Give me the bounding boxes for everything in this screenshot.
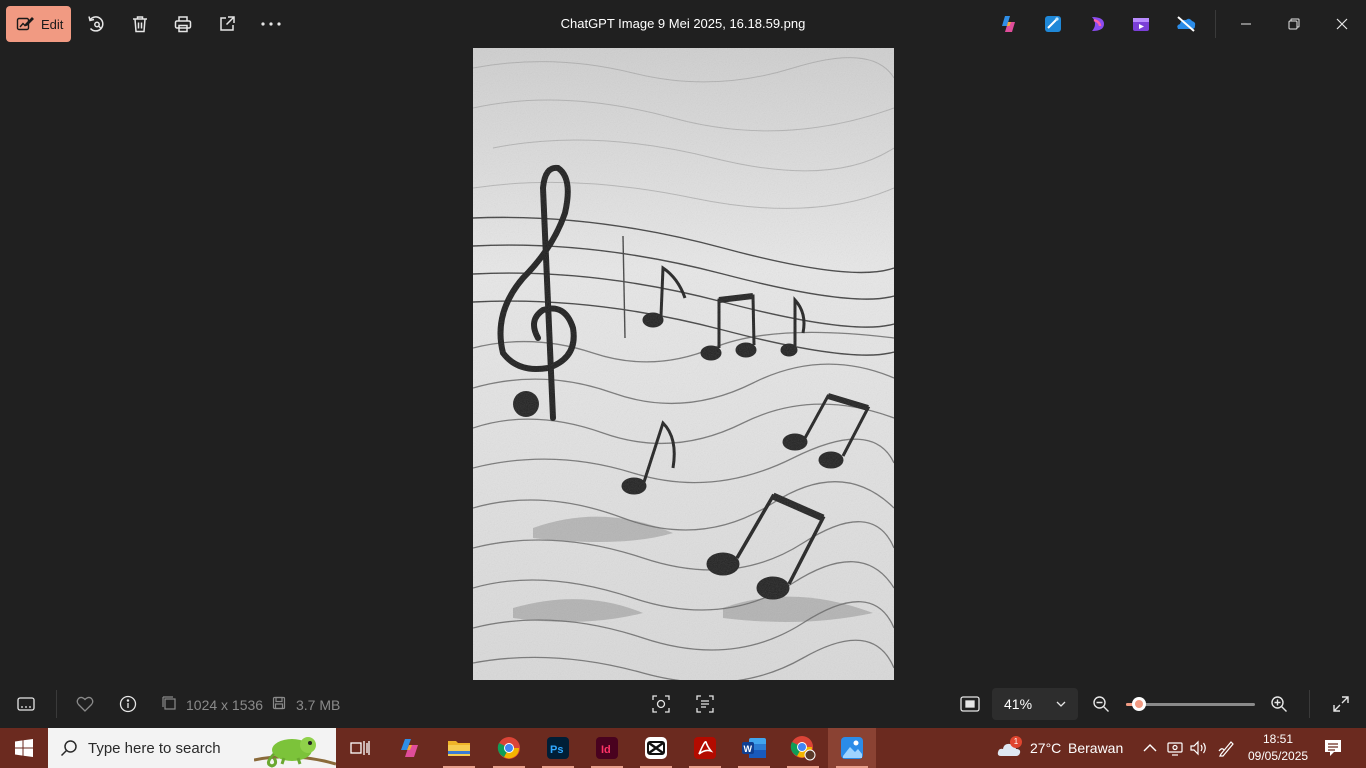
rotate-icon[interactable] (84, 12, 108, 36)
taskbar-clock[interactable]: 18:51 09/05/2025 (1248, 731, 1308, 765)
chrome-icon (497, 737, 520, 759)
zoom-in-icon[interactable] (1267, 692, 1291, 716)
edit-button[interactable]: Edit (6, 6, 71, 42)
edit-image-icon (16, 17, 34, 31)
capcut-icon (645, 737, 667, 759)
taskbar-search-box[interactable]: Type here to search (48, 728, 336, 768)
folder-icon (448, 741, 470, 756)
windows-logo-icon (15, 739, 33, 757)
search-placeholder: Type here to search (88, 739, 221, 757)
close-button[interactable] (1327, 10, 1357, 38)
chameleon-illustration-icon (254, 737, 336, 768)
word-icon: W (742, 738, 766, 758)
info-icon[interactable] (116, 692, 140, 716)
file-explorer-button[interactable] (435, 728, 483, 768)
photoshop-icon: Ps (547, 737, 569, 759)
image-canvas[interactable] (0, 48, 1366, 680)
filmstrip-icon[interactable] (14, 692, 38, 716)
top-toolbar: Edit ChatGPT Image 9 Mei 2025, 16.18.59.… (0, 0, 1366, 48)
onedrive-icon[interactable] (1175, 14, 1196, 34)
share-icon[interactable] (215, 12, 239, 36)
acrobat-button[interactable] (681, 728, 729, 768)
clipchamp-icon[interactable] (1088, 14, 1108, 34)
copilot-icon[interactable] (999, 14, 1019, 34)
chrome-button[interactable] (485, 728, 533, 768)
zoom-slider[interactable] (1126, 697, 1255, 711)
delete-icon[interactable] (128, 12, 152, 36)
chevron-down-icon (1056, 701, 1066, 707)
file-size-icon (272, 696, 286, 715)
search-icon (60, 740, 77, 757)
start-button[interactable] (0, 728, 48, 768)
photo-editor-icon[interactable] (1043, 14, 1063, 34)
weather-icon[interactable]: 1 (997, 736, 1023, 760)
notifications-icon[interactable] (1323, 738, 1343, 763)
copilot-taskbar-button[interactable] (386, 728, 434, 768)
pen-workspace-icon[interactable] (1218, 739, 1236, 762)
word-button[interactable]: W (730, 728, 778, 768)
task-view-button[interactable] (336, 728, 384, 768)
svg-text:W: W (744, 744, 753, 754)
zoom-out-icon[interactable] (1089, 692, 1113, 716)
close-icon (1336, 18, 1348, 30)
displayed-image (473, 48, 894, 680)
capcut-button[interactable] (632, 728, 680, 768)
svg-text:Id: Id (601, 744, 611, 756)
more-icon[interactable] (259, 12, 283, 36)
task-view-icon (350, 741, 370, 755)
acrobat-icon (694, 737, 716, 759)
photoshop-button[interactable]: Ps (534, 728, 582, 768)
indesign-icon: Id (596, 737, 618, 759)
text-scan-icon[interactable] (693, 692, 717, 716)
zoom-level-dropdown[interactable]: 41% (992, 688, 1078, 720)
weather-description[interactable]: Berawan (1068, 740, 1123, 756)
image-dimensions: 1024 x 1536 (186, 697, 264, 713)
bottom-separator-2 (1309, 690, 1310, 718)
chrome-profile-icon (790, 736, 816, 761)
photos-icon (841, 737, 863, 759)
photos-button[interactable] (828, 728, 876, 768)
edit-label: Edit (41, 16, 64, 32)
chrome-profile-button[interactable] (779, 728, 827, 768)
toolbar-separator (1215, 10, 1216, 38)
minimize-button[interactable] (1231, 10, 1261, 38)
svg-text:Ps: Ps (550, 744, 563, 756)
show-hidden-icons-icon[interactable] (1142, 740, 1158, 761)
fullscreen-icon[interactable] (1329, 692, 1353, 716)
volume-icon[interactable] (1189, 739, 1209, 762)
file-size: 3.7 MB (296, 697, 341, 713)
bottom-toolbar: 1024 x 1536 3.7 MB 41% (0, 680, 1366, 728)
restore-button[interactable] (1279, 10, 1309, 38)
file-title: ChatGPT Image 9 Mei 2025, 16.18.59.png (560, 16, 806, 31)
fit-to-window-icon[interactable] (958, 692, 982, 716)
windows-taskbar: Type here to search Ps Id W 1 27°C Beraw… (0, 728, 1366, 768)
meet-now-icon[interactable] (1166, 739, 1184, 762)
video-editor-icon[interactable] (1131, 14, 1151, 34)
clock-time: 18:51 (1262, 732, 1294, 746)
weather-temperature[interactable]: 27°C (1030, 740, 1061, 756)
clock-date: 09/05/2025 (1248, 749, 1309, 763)
copilot-icon (401, 739, 418, 757)
dimensions-icon (162, 696, 176, 715)
favorite-icon[interactable] (73, 692, 97, 716)
minimize-icon (1241, 23, 1251, 25)
indesign-button[interactable]: Id (583, 728, 631, 768)
restore-icon (1288, 18, 1300, 30)
visual-search-icon[interactable] (649, 692, 673, 716)
print-icon[interactable] (171, 12, 195, 36)
bottom-separator-1 (56, 690, 57, 718)
zoom-level-value: 41% (1004, 696, 1033, 712)
weather-badge: 1 (1010, 736, 1022, 748)
zoom-slider-thumb[interactable] (1131, 697, 1146, 711)
